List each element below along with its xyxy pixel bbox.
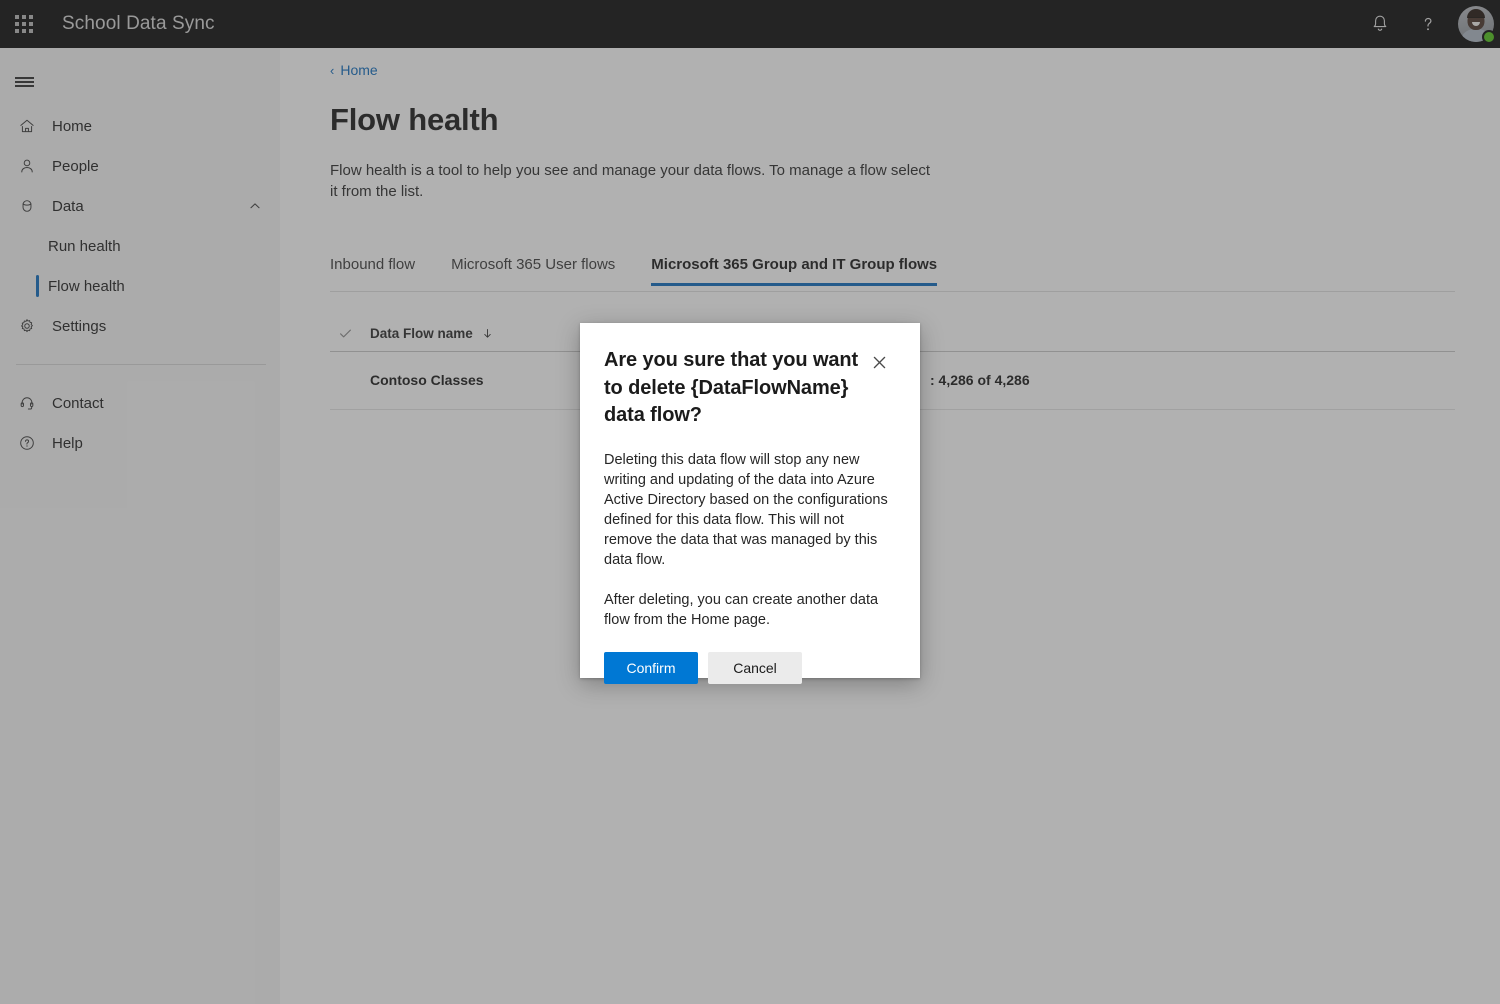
app-root: School Data Sync Home People Data Run he… [0,0,1500,1004]
close-x-icon[interactable] [866,349,892,375]
delete-data-flow-dialog: Are you sure that you want to delete {Da… [580,323,920,684]
dialog-paragraph-1: Deleting this data flow will stop any ne… [604,451,888,568]
confirm-button[interactable]: Confirm [604,651,698,684]
dialog-body: Deleting this data flow will stop any ne… [604,450,894,630]
dialog-title: Are you sure that you want to delete {Da… [604,349,859,426]
dialog-actions: Confirm Cancel [604,651,892,684]
dialog-header: Are you sure that you want to delete {Da… [604,347,892,430]
dialog-paragraph-2: After deleting, you can create another d… [604,591,879,628]
cancel-button[interactable]: Cancel [708,651,802,684]
